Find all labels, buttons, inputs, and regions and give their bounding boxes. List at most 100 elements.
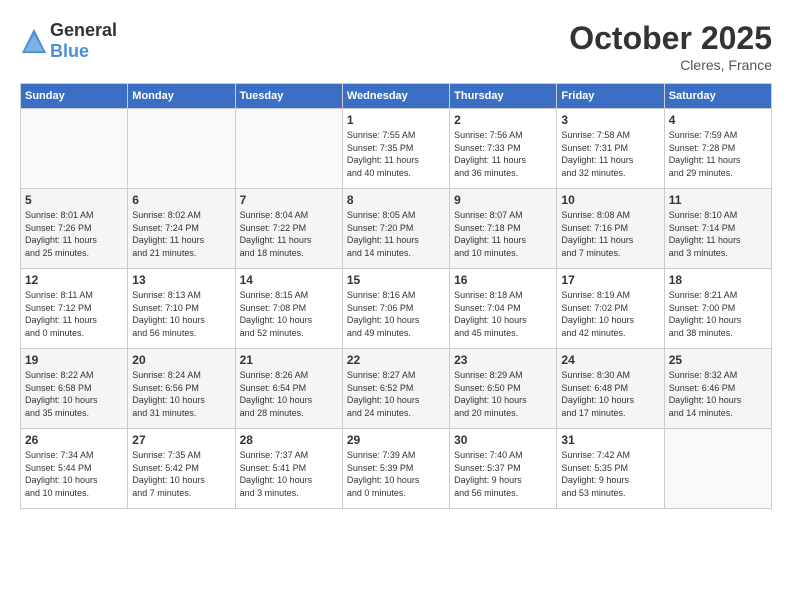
calendar-cell: 15Sunrise: 8:16 AMSunset: 7:06 PMDayligh… xyxy=(342,269,449,349)
calendar-cell: 30 Sunrise: 7:40 AMSunset: 5:37 PMDayligh… xyxy=(450,429,557,509)
day-number: 27 xyxy=(132,433,230,447)
day-number: 24 xyxy=(561,353,659,367)
calendar-cell: 3 Sunrise: 7:58 AMSunset: 7:31 PMDaylight… xyxy=(557,109,664,189)
day-info: Sunrise: 8:22 AMSunset: 6:58 PMDaylight:… xyxy=(25,369,123,419)
day-number: 30 xyxy=(454,433,552,447)
day-number: 18 xyxy=(669,273,767,287)
weekday-header: Tuesday xyxy=(235,84,342,109)
calendar-cell: 7Sunrise: 8:04 AMSunset: 7:22 PMDaylight… xyxy=(235,189,342,269)
calendar-cell: 17 Sunrise: 8:19 AMSunset: 7:02 PMDayligh… xyxy=(557,269,664,349)
day-number: 5 xyxy=(25,193,123,207)
day-info: Sunrise: 8:13 AMSunset: 7:10 PMDaylight:… xyxy=(132,289,230,339)
calendar-cell: 2 Sunrise: 7:56 AMSunset: 7:33 PMDaylight… xyxy=(450,109,557,189)
calendar-week-row: 19 Sunrise: 8:22 AMSunset: 6:58 PMDayligh… xyxy=(21,349,772,429)
day-info: Sunrise: 7:37 AMSunset: 5:41 PMDaylight:… xyxy=(240,449,338,499)
day-info: Sunrise: 8:30 AMSunset: 6:48 PMDaylight:… xyxy=(561,369,659,419)
calendar-week-row: 5Sunrise: 8:01 AMSunset: 7:26 PMDaylight… xyxy=(21,189,772,269)
day-number: 26 xyxy=(25,433,123,447)
weekday-header: Friday xyxy=(557,84,664,109)
calendar-cell: 22 Sunrise: 8:27 AMSunset: 6:52 PMDayligh… xyxy=(342,349,449,429)
day-number: 8 xyxy=(347,193,445,207)
day-info: Sunrise: 8:19 AMSunset: 7:02 PMDaylight:… xyxy=(561,289,659,339)
day-info: Sunrise: 8:24 AMSunset: 6:56 PMDaylight:… xyxy=(132,369,230,419)
day-info: Sunrise: 8:26 AMSunset: 6:54 PMDaylight:… xyxy=(240,369,338,419)
calendar-cell: 1 Sunrise: 7:55 AMSunset: 7:35 PMDaylight… xyxy=(342,109,449,189)
title-block: October 2025 Cleres, France xyxy=(569,20,772,73)
weekday-header: Thursday xyxy=(450,84,557,109)
day-number: 7 xyxy=(240,193,338,207)
day-info: Sunrise: 8:10 AMSunset: 7:14 PMDaylight:… xyxy=(669,209,767,259)
calendar-week-row: 12Sunrise: 8:11 AMSunset: 7:12 PMDayligh… xyxy=(21,269,772,349)
calendar-cell: 27 Sunrise: 7:35 AMSunset: 5:42 PMDayligh… xyxy=(128,429,235,509)
calendar-cell: 20 Sunrise: 8:24 AMSunset: 6:56 PMDayligh… xyxy=(128,349,235,429)
day-number: 4 xyxy=(669,113,767,127)
logo-blue-text: Blue xyxy=(50,41,89,61)
day-info: Sunrise: 7:42 AMSunset: 5:35 PMDaylight:… xyxy=(561,449,659,499)
day-info: Sunrise: 8:21 AMSunset: 7:00 PMDaylight:… xyxy=(669,289,767,339)
day-info: Sunrise: 7:35 AMSunset: 5:42 PMDaylight:… xyxy=(132,449,230,499)
calendar-cell: 29Sunrise: 7:39 AMSunset: 5:39 PMDayligh… xyxy=(342,429,449,509)
day-number: 2 xyxy=(454,113,552,127)
calendar-cell: 9 Sunrise: 8:07 AMSunset: 7:18 PMDaylight… xyxy=(450,189,557,269)
day-info: Sunrise: 8:07 AMSunset: 7:18 PMDaylight:… xyxy=(454,209,552,259)
day-info: Sunrise: 7:56 AMSunset: 7:33 PMDaylight:… xyxy=(454,129,552,179)
day-number: 19 xyxy=(25,353,123,367)
day-number: 3 xyxy=(561,113,659,127)
calendar-cell: 28 Sunrise: 7:37 AMSunset: 5:41 PMDayligh… xyxy=(235,429,342,509)
day-info: Sunrise: 8:29 AMSunset: 6:50 PMDaylight:… xyxy=(454,369,552,419)
day-info: Sunrise: 8:02 AMSunset: 7:24 PMDaylight:… xyxy=(132,209,230,259)
day-number: 16 xyxy=(454,273,552,287)
day-info: Sunrise: 7:58 AMSunset: 7:31 PMDaylight:… xyxy=(561,129,659,179)
calendar-cell: 12Sunrise: 8:11 AMSunset: 7:12 PMDayligh… xyxy=(21,269,128,349)
calendar-cell: 14 Sunrise: 8:15 AMSunset: 7:08 PMDayligh… xyxy=(235,269,342,349)
day-number: 20 xyxy=(132,353,230,367)
weekday-header: Saturday xyxy=(664,84,771,109)
calendar-cell: 10Sunrise: 8:08 AMSunset: 7:16 PMDayligh… xyxy=(557,189,664,269)
day-info: Sunrise: 8:15 AMSunset: 7:08 PMDaylight:… xyxy=(240,289,338,339)
calendar-cell: 8 Sunrise: 8:05 AMSunset: 7:20 PMDaylight… xyxy=(342,189,449,269)
day-info: Sunrise: 7:34 AMSunset: 5:44 PMDaylight:… xyxy=(25,449,123,499)
calendar-week-row: 1 Sunrise: 7:55 AMSunset: 7:35 PMDaylight… xyxy=(21,109,772,189)
day-number: 23 xyxy=(454,353,552,367)
day-number: 1 xyxy=(347,113,445,127)
location-subtitle: Cleres, France xyxy=(569,57,772,73)
day-number: 12 xyxy=(25,273,123,287)
calendar-cell: 13 Sunrise: 8:13 AMSunset: 7:10 PMDayligh… xyxy=(128,269,235,349)
day-info: Sunrise: 7:55 AMSunset: 7:35 PMDaylight:… xyxy=(347,129,445,179)
day-info: Sunrise: 8:05 AMSunset: 7:20 PMDaylight:… xyxy=(347,209,445,259)
day-number: 22 xyxy=(347,353,445,367)
calendar-cell xyxy=(21,109,128,189)
calendar-cell: 24 Sunrise: 8:30 AMSunset: 6:48 PMDayligh… xyxy=(557,349,664,429)
day-number: 28 xyxy=(240,433,338,447)
weekday-header-row: SundayMondayTuesdayWednesdayThursdayFrid… xyxy=(21,84,772,109)
calendar-cell: 6Sunrise: 8:02 AMSunset: 7:24 PMDaylight… xyxy=(128,189,235,269)
calendar-cell: 21 Sunrise: 8:26 AMSunset: 6:54 PMDayligh… xyxy=(235,349,342,429)
day-info: Sunrise: 8:27 AMSunset: 6:52 PMDaylight:… xyxy=(347,369,445,419)
page-header: General Blue October 2025 Cleres, France xyxy=(20,20,772,73)
calendar-cell xyxy=(128,109,235,189)
day-info: Sunrise: 8:18 AMSunset: 7:04 PMDaylight:… xyxy=(454,289,552,339)
day-number: 11 xyxy=(669,193,767,207)
month-title: October 2025 xyxy=(569,20,772,57)
calendar-cell: 25Sunrise: 8:32 AMSunset: 6:46 PMDayligh… xyxy=(664,349,771,429)
day-number: 9 xyxy=(454,193,552,207)
day-number: 10 xyxy=(561,193,659,207)
calendar-cell: 31 Sunrise: 7:42 AMSunset: 5:35 PMDayligh… xyxy=(557,429,664,509)
calendar-cell: 26 Sunrise: 7:34 AMSunset: 5:44 PMDayligh… xyxy=(21,429,128,509)
calendar-cell: 23 Sunrise: 8:29 AMSunset: 6:50 PMDayligh… xyxy=(450,349,557,429)
calendar-week-row: 26 Sunrise: 7:34 AMSunset: 5:44 PMDayligh… xyxy=(21,429,772,509)
day-number: 14 xyxy=(240,273,338,287)
calendar-cell: 5Sunrise: 8:01 AMSunset: 7:26 PMDaylight… xyxy=(21,189,128,269)
day-number: 17 xyxy=(561,273,659,287)
day-number: 21 xyxy=(240,353,338,367)
day-info: Sunrise: 8:16 AMSunset: 7:06 PMDaylight:… xyxy=(347,289,445,339)
day-number: 13 xyxy=(132,273,230,287)
day-number: 31 xyxy=(561,433,659,447)
calendar-cell: 4Sunrise: 7:59 AMSunset: 7:28 PMDaylight… xyxy=(664,109,771,189)
day-info: Sunrise: 7:40 AMSunset: 5:37 PMDaylight:… xyxy=(454,449,552,499)
calendar-cell: 11 Sunrise: 8:10 AMSunset: 7:14 PMDayligh… xyxy=(664,189,771,269)
calendar-cell: 19 Sunrise: 8:22 AMSunset: 6:58 PMDayligh… xyxy=(21,349,128,429)
day-number: 25 xyxy=(669,353,767,367)
calendar-cell xyxy=(235,109,342,189)
calendar-table: SundayMondayTuesdayWednesdayThursdayFrid… xyxy=(20,83,772,509)
